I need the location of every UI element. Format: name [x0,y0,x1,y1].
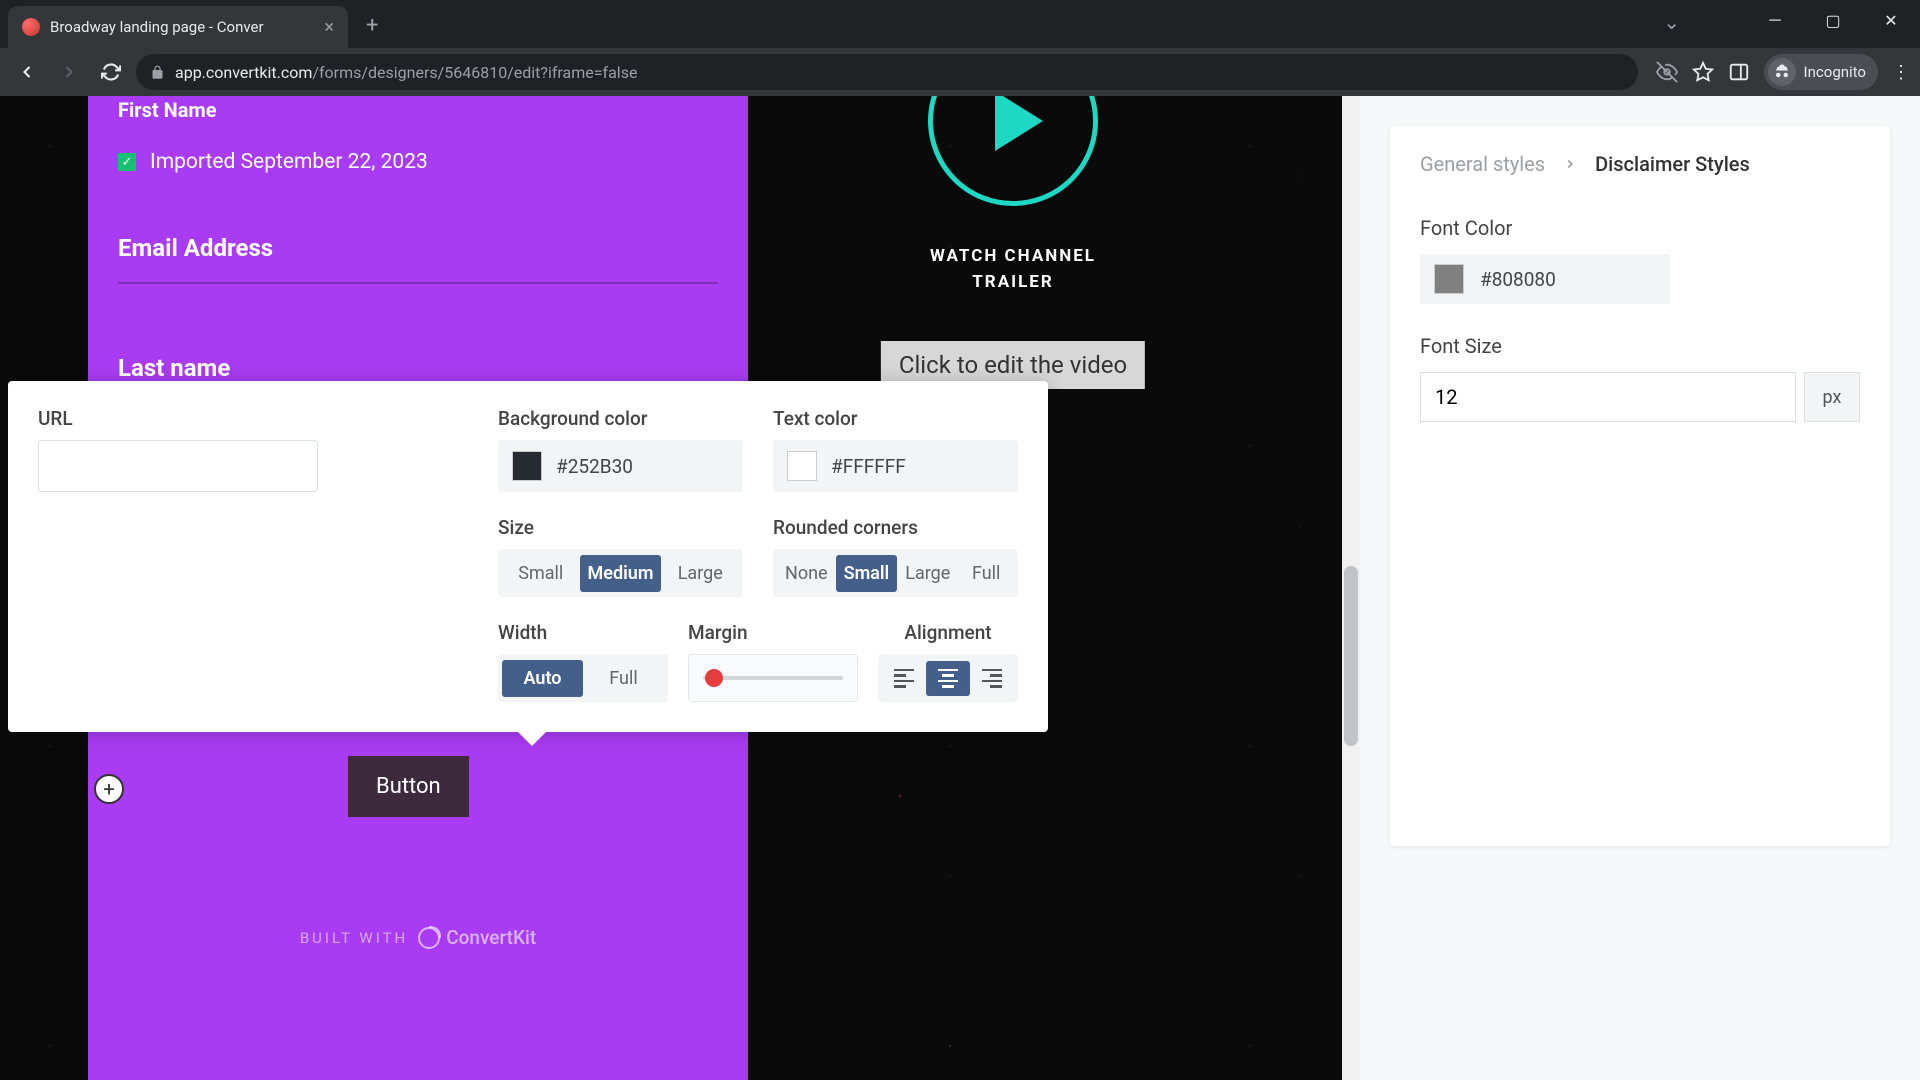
text-color-field[interactable]: #FFFFFF [773,440,1018,492]
breadcrumb: General styles Disclaimer Styles [1420,152,1860,176]
align-center-icon[interactable] [926,661,970,696]
bg-color-value: #252B30 [556,455,633,478]
font-color-label: Font Color [1420,216,1860,240]
breadcrumb-root[interactable]: General styles [1420,152,1545,176]
width-label: Width [498,621,668,644]
font-color-value: #808080 [1480,268,1556,291]
text-color-label: Text color [773,407,1018,430]
tab-favicon [22,18,40,36]
page-content: First Name ✓ Imported September 22, 2023… [0,96,1920,1080]
eye-off-icon[interactable] [1656,61,1678,83]
window-minimize-icon[interactable]: ─ [1746,0,1804,40]
alignment-segment [878,654,1018,702]
convertkit-logo: ConvertKit [418,926,536,949]
lock-icon [150,65,165,80]
size-small[interactable]: Small [502,555,580,592]
styles-panel: General styles Disclaimer Styles Font Co… [1390,126,1890,846]
nav-reload-icon[interactable] [94,55,128,89]
built-with-text: BUILT WITH [300,929,408,947]
bg-color-field[interactable]: #252B30 [498,440,743,492]
margin-label: Margin [688,621,858,644]
scrollbar-thumb[interactable] [1344,566,1358,746]
email-field-block[interactable]: Email Address [118,234,718,284]
corners-full[interactable]: Full [958,555,1014,592]
text-color-value: #FFFFFF [831,455,906,478]
incognito-pill[interactable]: Incognito [1764,54,1878,90]
width-auto[interactable]: Auto [502,660,583,697]
chevron-right-icon [1563,157,1577,171]
alignment-label: Alignment [878,621,1018,644]
button-settings-popover: URL Background color #252B30 Text color … [8,381,1048,732]
url-input[interactable] [38,440,318,492]
align-left-icon[interactable] [882,661,926,696]
text-color-swatch[interactable] [787,451,817,481]
slider-thumb[interactable] [705,669,723,687]
corners-large[interactable]: Large [897,555,958,592]
breadcrumb-current: Disclaimer Styles [1595,152,1750,176]
imported-text: Imported September 22, 2023 [150,150,428,174]
side-panel-icon[interactable] [1728,61,1750,83]
canvas-scrollbar[interactable] [1342,96,1360,1080]
nav-forward-icon[interactable] [52,55,86,89]
size-label: Size [498,516,743,539]
corners-segment: None Small Large Full [773,549,1018,597]
bookmark-star-icon[interactable] [1692,61,1714,83]
browser-toolbar: app.convertkit.com/forms/designers/56468… [0,48,1920,96]
editor-canvas: First Name ✓ Imported September 22, 2023… [0,96,1360,1080]
play-button-icon[interactable] [928,96,1098,206]
font-size-input[interactable] [1420,372,1796,422]
window-controls: ─ ▢ ✕ [1746,0,1920,40]
browser-tabstrip: Broadway landing page - Conver × + [0,0,1920,48]
url-text: app.convertkit.com/forms/designers/56468… [175,63,637,82]
url-label: URL [38,407,468,430]
tab-title: Broadway landing page - Conver [50,18,314,36]
tab-close-icon[interactable]: × [324,17,334,38]
add-block-button[interactable]: + [94,774,124,804]
corners-none[interactable]: None [777,555,836,592]
font-size-unit: px [1804,372,1860,422]
size-segment: Small Medium Large [498,549,743,597]
address-bar[interactable]: app.convertkit.com/forms/designers/56468… [136,54,1638,90]
font-color-field[interactable]: #808080 [1420,254,1670,304]
incognito-icon [1768,58,1796,86]
checkbox-checked-icon[interactable]: ✓ [118,153,136,171]
align-right-icon[interactable] [970,661,1014,696]
email-label: Email Address [118,234,718,262]
browser-tab[interactable]: Broadway landing page - Conver × [8,6,348,48]
nav-back-icon[interactable] [10,55,44,89]
margin-slider[interactable] [688,654,858,702]
size-large[interactable]: Large [661,555,739,592]
bg-color-label: Background color [498,407,743,430]
corners-small[interactable]: Small [836,555,898,592]
corners-label: Rounded corners [773,516,1018,539]
last-name-label: Last name [118,354,718,382]
size-medium[interactable]: Medium [580,555,662,592]
first-name-label: First Name [118,96,718,122]
incognito-label: Incognito [1804,63,1866,81]
built-with-badge[interactable]: BUILT WITH ConvertKit [88,926,748,949]
bg-color-swatch[interactable] [512,451,542,481]
window-maximize-icon[interactable]: ▢ [1804,0,1862,40]
right-sidebar: General styles Disclaimer Styles Font Co… [1360,96,1920,1080]
font-size-label: Font Size [1420,334,1860,358]
width-segment: Auto Full [498,654,668,702]
watch-trailer-text: WATCH CHANNEL TRAILER [748,244,1278,295]
browser-menu-icon[interactable]: ⋮ [1892,62,1910,83]
new-tab-button[interactable]: + [366,13,378,38]
font-color-swatch[interactable] [1434,264,1464,294]
convertkit-icon [418,927,440,949]
tab-overflow-icon[interactable]: ⌄ [1663,10,1680,34]
width-full[interactable]: Full [583,660,664,697]
form-button[interactable]: Button [348,756,469,817]
window-close-icon[interactable]: ✕ [1862,0,1920,40]
imported-checkbox-row[interactable]: ✓ Imported September 22, 2023 [118,150,718,174]
